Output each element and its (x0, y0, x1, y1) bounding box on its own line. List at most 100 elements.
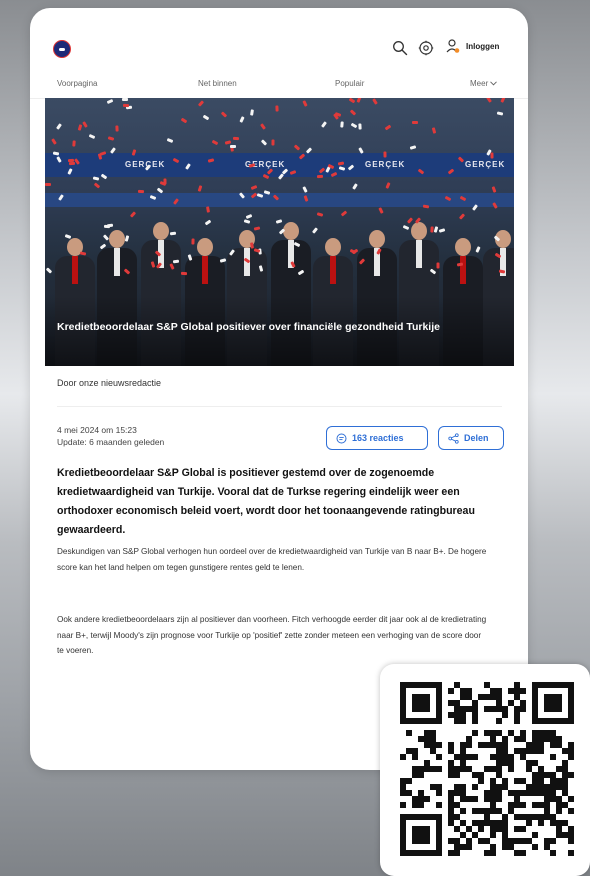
confetti-piece (206, 206, 210, 213)
confetti-piece (220, 111, 228, 118)
nav-item-meer[interactable]: Meer (470, 79, 498, 88)
share-button[interactable]: Delen (438, 426, 504, 450)
confetti-piece (316, 174, 324, 179)
confetti-piece (45, 267, 53, 274)
confetti-piece (204, 219, 212, 226)
hero-caption[interactable]: Kredietbeoordelaar S&P Global positiever… (57, 320, 507, 335)
article-lead: Kredietbeoordelaar S&P Global is positie… (57, 467, 475, 536)
nav-item-net-binnen[interactable]: Net binnen (198, 79, 237, 88)
confetti-piece (383, 151, 387, 158)
confetti-piece (350, 122, 358, 129)
confetti-piece (348, 98, 356, 104)
confetti-piece (260, 123, 266, 130)
site-logo[interactable] (53, 40, 71, 58)
confetti-piece (197, 100, 205, 107)
confetti-piece (230, 145, 236, 148)
confetti-piece (180, 117, 188, 124)
confetti-piece (56, 123, 62, 130)
confetti-piece (311, 227, 319, 234)
confetti-piece (250, 184, 258, 191)
confetti-piece (275, 105, 279, 112)
confetti-piece (412, 121, 418, 124)
confetti-piece (202, 114, 210, 121)
confetti-piece (172, 259, 180, 264)
nav-item-voorpagina[interactable]: Voorpagina (57, 79, 97, 88)
comments-button[interactable]: 163 reacties (326, 426, 428, 450)
confetti-piece (458, 213, 466, 220)
confetti-piece (191, 238, 195, 245)
confetti-piece (107, 136, 115, 141)
confetti-piece (500, 98, 506, 103)
article-paragraph: Ook andere kredietbeoordelaars zijn al p… (57, 615, 487, 655)
confetti-piece (358, 123, 362, 130)
confetti-piece (93, 182, 101, 189)
confetti-piece (438, 228, 446, 233)
search-icon[interactable] (392, 40, 408, 56)
confetti-piece (320, 121, 328, 128)
hero-banner-lower (45, 193, 514, 207)
comment-icon (336, 433, 347, 443)
share-icon (448, 432, 459, 444)
confetti-piece (67, 158, 75, 163)
confetti-piece (436, 262, 440, 269)
confetti-piece (349, 109, 357, 116)
top-bar: Inloggen (30, 8, 528, 70)
confetti-piece (293, 144, 301, 151)
divider (57, 406, 502, 407)
nav-item-populair[interactable]: Populair (335, 79, 364, 88)
confetti-piece (166, 137, 174, 144)
confetti-piece (92, 176, 100, 181)
hero-image[interactable]: GERÇEK GERÇEK GERÇEK GERÇEK Kredietbeoor… (45, 98, 514, 366)
confetti-piece (384, 124, 392, 131)
phone-screen: Inloggen Voorpagina Net binnen Populair … (30, 8, 528, 770)
confetti-piece (106, 223, 114, 228)
byline: Door onze nieuwsredactie (57, 378, 162, 388)
confetti-piece (490, 152, 494, 159)
confetti-piece (121, 98, 129, 102)
confetti-piece (115, 125, 119, 132)
nav-meer-label: Meer (470, 79, 489, 88)
confetti-piece (250, 109, 254, 116)
confetti-piece (245, 213, 253, 220)
confetti-piece (340, 210, 348, 217)
confetti-piece (51, 138, 57, 145)
confetti-piece (106, 98, 114, 105)
confetti-piece (45, 183, 51, 186)
confetti-piece (180, 271, 188, 276)
confetti-piece (211, 139, 219, 146)
confetti-piece (271, 139, 275, 146)
share-label: Delen (464, 433, 489, 443)
confetti-piece (68, 161, 76, 166)
article-dates: 4 mei 2024 om 15:23 Update: 6 maanden ge… (57, 424, 164, 448)
confetti-piece (352, 183, 358, 190)
comments-label: 163 reacties (352, 433, 404, 443)
login-label: Inloggen (466, 41, 500, 51)
confetti-piece (260, 139, 268, 146)
user-icon (446, 39, 460, 53)
confetti-piece (302, 100, 308, 107)
article-paragraph: Deskundigen van S&P Global verhogen hun … (57, 547, 487, 572)
confetti-piece (232, 136, 240, 141)
confetti-piece (129, 211, 137, 218)
confetti-piece (372, 98, 378, 105)
login-button[interactable]: Inloggen (446, 38, 499, 54)
banner-text: GERÇEK (465, 160, 506, 169)
confetti-piece (72, 140, 76, 147)
confetti-piece (491, 186, 497, 193)
confetti-piece (219, 258, 227, 263)
confetti-piece (88, 133, 96, 140)
confetti-piece (243, 219, 251, 224)
main-nav: Voorpagina Net binnen Populair Meer (30, 70, 528, 99)
confetti-piece (77, 124, 83, 131)
qr-card (380, 664, 590, 876)
confetti-piece (122, 103, 130, 108)
confetti-piece (431, 127, 437, 134)
update-time: Update: 6 maanden geleden (57, 437, 165, 447)
confetti-piece (82, 121, 88, 128)
qr-code[interactable] (400, 682, 574, 856)
settings-icon[interactable] (418, 40, 434, 56)
confetti-piece (316, 212, 324, 217)
confetti-piece (197, 185, 203, 192)
confetti-piece (356, 98, 362, 103)
confetti-piece (137, 189, 145, 194)
